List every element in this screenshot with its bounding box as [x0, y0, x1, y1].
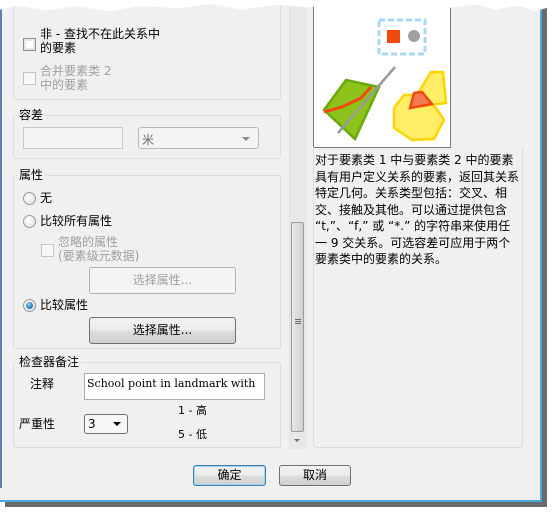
not-checkbox-label: 非 - 查找不在此关系中 的要素 [40, 27, 160, 55]
red-square [387, 30, 400, 43]
scrollbar[interactable] [289, 0, 306, 449]
comment-input[interactable]: School point in landmark with [84, 373, 265, 400]
notes-title: 检查器备注 [17, 353, 82, 370]
scroll-down-icon[interactable] [294, 439, 300, 442]
severity-high-hint: 1 - 高 [178, 404, 207, 417]
window-edge [0, 0, 2, 488]
merge-checkbox-label-line1: 合并要素类 2 [40, 64, 112, 78]
ignored-attributes-label: 忽略的属性 (要素级元数据) [58, 235, 139, 263]
attributes-title: 属性 [17, 166, 46, 183]
ok-button[interactable]: 确定 [193, 465, 266, 486]
ignored-attributes-checkbox[interactable] [41, 244, 54, 257]
comment-label: 注释 [30, 377, 55, 391]
not-checkbox-label-line2: 的要素 [40, 41, 77, 55]
severity-label: 严重性 [19, 417, 56, 431]
merge-checkbox-label: 合并要素类 2 中的要素 [40, 64, 111, 92]
severity-value: 3 [88, 417, 96, 431]
ignored-attributes-label-line1: 忽略的属性 [58, 235, 119, 249]
dialog: 非 - 查找不在此关系中 的要素 合并要素类 2 中的要素 容差 米 属性 无 … [0, 0, 542, 502]
severity-select[interactable]: 3 [84, 414, 128, 434]
tolerance-input[interactable] [23, 127, 123, 149]
radio-none-label: 无 [40, 191, 53, 205]
severity-low-hint: 5 - 低 [178, 428, 207, 441]
select-attributes-disabled-button[interactable]: 选择属性... [89, 267, 236, 294]
tolerance-unit-value: 米 [142, 133, 155, 147]
relation-preview-image [313, 0, 465, 148]
radio-compare-all[interactable] [23, 215, 36, 228]
radio-compare-label: 比较属性 [40, 298, 89, 312]
tolerance-title: 容差 [17, 106, 46, 123]
chevron-down-icon [113, 422, 121, 426]
scrollbar-thumb[interactable] [291, 222, 304, 432]
grip-icon [295, 319, 301, 320]
preview-graphic [322, 18, 465, 142]
radio-none[interactable] [23, 192, 36, 205]
merge-checkbox-label-line2: 中的要素 [40, 78, 89, 92]
description-text: 对于要素类 1 中与要素类 2 中的要素具有用户定义关系的要素，返回其关系特定几… [315, 153, 520, 266]
cancel-button[interactable]: 取消 [279, 465, 351, 486]
tolerance-unit-select[interactable]: 米 [138, 127, 259, 149]
select-attributes-button[interactable]: 选择属性... [89, 317, 236, 344]
not-checkbox[interactable] [23, 38, 36, 51]
chevron-down-icon [242, 137, 250, 141]
gray-circle [408, 30, 420, 42]
ignored-attributes-label-line2: (要素级元数据) [58, 249, 140, 263]
radio-compare-all-label: 比较所有属性 [40, 214, 113, 228]
not-checkbox-label-line1: 非 - 查找不在此关系中 [40, 27, 160, 41]
merge-checkbox[interactable] [23, 72, 36, 85]
radio-compare[interactable] [23, 299, 36, 312]
